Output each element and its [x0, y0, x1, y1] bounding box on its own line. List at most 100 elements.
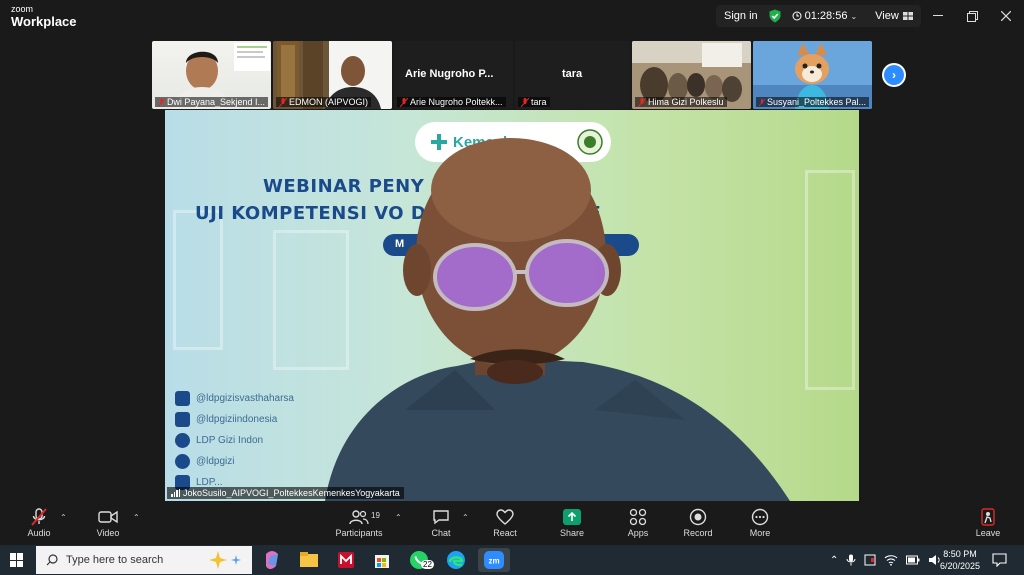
search-icon — [46, 554, 58, 566]
zoom-app-button[interactable]: zm — [478, 548, 510, 572]
chevron-down-icon: ⌄ — [850, 11, 858, 21]
participant-tile[interactable]: Hima Gizi Polkeslu — [632, 41, 751, 109]
leave-exit-icon — [981, 508, 995, 526]
mic-muted-icon — [158, 97, 165, 107]
apps-grid-icon — [629, 508, 647, 526]
timer-value: 01:28:56 — [804, 10, 848, 22]
mic-muted-icon — [31, 508, 47, 526]
speaker-person-image — [325, 138, 790, 501]
edge-browser-icon[interactable] — [444, 548, 468, 572]
leave-button[interactable]: Leave — [958, 508, 1018, 538]
title-bar: zoom Workplace Sign in 01:28:56 ⌄ View — [0, 0, 1024, 33]
participants-options-chevron-icon[interactable]: ⌃ — [395, 513, 402, 522]
participant-name-label: Hima Gizi Polkeslu — [635, 97, 727, 107]
more-button[interactable]: More — [730, 508, 790, 538]
share-button[interactable]: Share — [542, 508, 602, 538]
participant-tile[interactable]: Dwi Payana_Sekjend I... — [152, 41, 271, 109]
copilot-app-icon[interactable] — [260, 548, 284, 572]
close-icon — [1001, 11, 1011, 21]
mic-muted-icon — [400, 97, 408, 107]
chat-bubble-icon — [433, 510, 449, 525]
share-screen-icon — [563, 509, 581, 525]
mic-muted-icon — [759, 98, 765, 106]
restore-button[interactable] — [962, 6, 982, 26]
zoom-meeting-window: zoom Workplace Sign in 01:28:56 ⌄ View D… — [0, 0, 1024, 575]
clock-date: 6/20/2025 — [939, 561, 981, 571]
participants-label: Participants — [335, 528, 383, 538]
video-options-chevron-icon[interactable]: ⌃ — [133, 513, 140, 522]
tray-overflow-chevron-icon[interactable]: ⌃ — [830, 555, 838, 566]
participant-tile[interactable]: tara tara — [515, 41, 630, 109]
action-center-icon[interactable] — [992, 553, 1007, 567]
microsoft-store-icon[interactable] — [370, 548, 394, 572]
next-page-button[interactable]: › — [882, 63, 906, 87]
meeting-toolbar: Audio ⌃ Video ⌃ Participants 19 ⌃ Chat ⌃… — [0, 503, 1024, 545]
windows-logo-tile — [10, 553, 16, 560]
participant-name: Dwi Payana_Sekjend I... — [166, 97, 265, 107]
svg-text:zm: zm — [488, 557, 499, 566]
brand-main: Workplace — [11, 14, 77, 29]
meeting-timer[interactable]: 01:28:56 ⌄ — [792, 10, 858, 22]
minimize-button[interactable] — [928, 6, 948, 26]
file-explorer-icon[interactable] — [297, 548, 321, 572]
zoom-workplace-logo: zoom Workplace — [11, 4, 77, 29]
audio-options-chevron-icon[interactable]: ⌃ — [60, 513, 67, 522]
brand-top: zoom — [11, 4, 34, 14]
audio-label: Audio — [27, 528, 51, 538]
notification-app-icon[interactable] — [864, 554, 876, 566]
windows-start-button[interactable] — [10, 553, 24, 567]
record-button[interactable]: Record — [668, 508, 728, 538]
system-tray: ⌃ — [830, 545, 942, 575]
chevron-right-icon: › — [884, 65, 904, 85]
mcafee-app-icon[interactable] — [334, 548, 358, 572]
participant-name-label: Susyani_Poltekkes Pal... — [756, 97, 869, 107]
taskbar-search-box[interactable]: Type here to search — [36, 546, 252, 574]
speaker-name-label: JokoSusilo_AIPVOGI_PoltekkesKemenkesYogy… — [167, 487, 404, 499]
participants-count: 19 — [371, 511, 380, 520]
participant-name-label: tara — [518, 97, 550, 107]
sign-in-link[interactable]: Sign in — [724, 10, 758, 22]
mic-muted-icon — [638, 97, 646, 107]
clock-icon — [792, 11, 802, 21]
close-button[interactable] — [996, 6, 1016, 26]
active-speaker-video[interactable]: Kemenkes WEBINAR PENY REVIU SOAL UJI KOM… — [165, 110, 859, 501]
whatsapp-app-button[interactable]: 22 — [407, 548, 434, 572]
minimize-icon — [933, 15, 943, 16]
apps-button[interactable]: Apps — [608, 508, 668, 538]
participant-name-label: Dwi Payana_Sekjend I... — [155, 97, 268, 107]
clock-time: 8:50 PM — [943, 549, 977, 559]
record-label: Record — [683, 528, 713, 538]
taskbar-clock[interactable]: 8:50 PM 6/20/2025 — [938, 548, 982, 572]
signal-bars-icon — [171, 489, 180, 497]
microphone-icon[interactable] — [846, 554, 856, 566]
participants-button[interactable]: Participants — [329, 508, 389, 538]
participant-name-label: EDMON (AIPVOGI) — [276, 97, 372, 107]
search-highlight-sparkle-icon — [209, 551, 241, 569]
video-label: Video — [96, 528, 120, 538]
participant-tile[interactable]: Arie Nugroho P... Arie Nugroho Poltekk..… — [394, 41, 513, 109]
video-button[interactable]: Video — [78, 508, 138, 538]
video-camera-icon — [98, 510, 118, 524]
whatsapp-unread-badge: 22 — [421, 560, 434, 569]
battery-icon[interactable] — [906, 555, 920, 565]
view-button[interactable]: View — [875, 10, 913, 22]
view-label: View — [875, 10, 899, 22]
speaker-name: JokoSusilo_AIPVOGI_PoltekkesKemenkesYogy… — [183, 488, 400, 498]
grid-view-icon — [902, 12, 913, 20]
participant-tile[interactable]: Susyani_Poltekkes Pal... — [753, 41, 872, 109]
participant-name: EDMON (AIPVOGI) — [289, 97, 369, 107]
participants-icon — [349, 510, 369, 525]
react-button[interactable]: React — [475, 508, 535, 538]
mic-muted-icon — [521, 97, 529, 107]
participant-display-name: Arie Nugroho P... — [405, 68, 494, 80]
shield-check-icon[interactable] — [768, 9, 782, 23]
participant-tile[interactable]: EDMON (AIPVOGI) — [273, 41, 392, 109]
participant-name: tara — [531, 97, 547, 107]
search-placeholder: Type here to search — [66, 554, 164, 566]
wifi-icon[interactable] — [884, 554, 898, 566]
chat-label: Chat — [431, 528, 451, 538]
restore-icon — [966, 10, 978, 22]
more-dots-icon — [751, 508, 769, 526]
chat-options-chevron-icon[interactable]: ⌃ — [462, 513, 469, 522]
participant-name-label: Arie Nugroho Poltekk... — [397, 97, 506, 107]
